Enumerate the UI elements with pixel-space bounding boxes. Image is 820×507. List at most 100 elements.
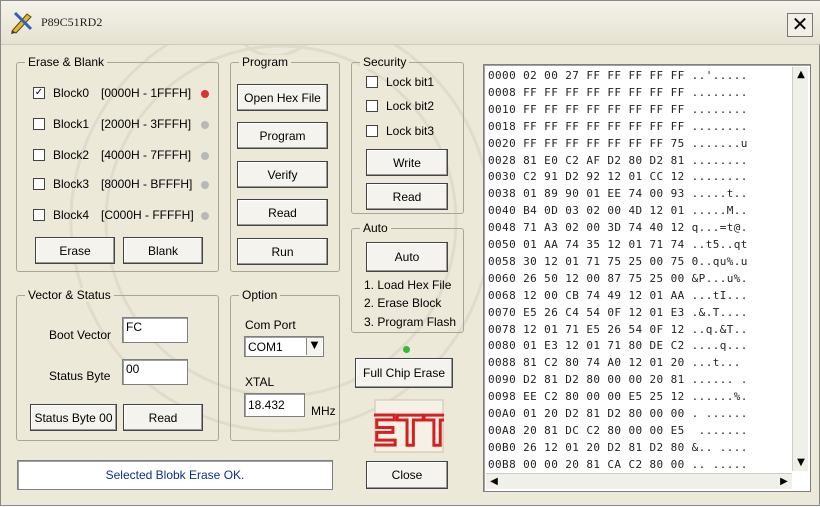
- com-port-select[interactable]: COM1 ▼: [244, 336, 324, 357]
- hex-dump-line: 0030 C2 91 D2 92 12 01 CC 12 ........: [488, 170, 748, 184]
- hex-dump-line: 0020 FF FF FF FF FF FF FF 75 .......u: [488, 136, 748, 150]
- hex-dump-line: 0000 02 00 27 FF FF FF FF FF ..'.....: [488, 69, 748, 82]
- block-checkbox[interactable]: [33, 178, 45, 190]
- hex-dump-line: 0008 FF FF FF FF FF FF FF FF ........: [488, 85, 748, 99]
- block-range: [4000H - 7FFFH]: [101, 148, 192, 162]
- read-security-button[interactable]: Read: [366, 183, 448, 210]
- lock-bit-label: Lock bit1: [386, 75, 435, 89]
- read-status-button[interactable]: Read: [123, 404, 203, 431]
- block-checkbox[interactable]: [33, 149, 45, 161]
- window-title: P89C51RD2: [41, 15, 103, 29]
- auto-button[interactable]: Auto: [366, 242, 448, 272]
- xtal-field[interactable]: 18.432: [244, 393, 305, 417]
- close-button[interactable]: Close: [366, 461, 448, 489]
- block-row: Block2: [33, 147, 89, 163]
- chevron-down-icon[interactable]: ▼: [306, 338, 322, 355]
- scroll-up-icon[interactable]: ▲: [793, 67, 809, 83]
- block-row: ✓ Block0: [33, 85, 89, 101]
- hex-dump-line: 0048 71 A3 02 00 3D 74 40 12 q...=t@.: [488, 221, 748, 235]
- write-button[interactable]: Write: [366, 149, 448, 176]
- block-label: Block4: [53, 208, 90, 222]
- pen-tools-icon: [11, 11, 33, 34]
- auto-step-1: 1. Load Hex File: [364, 278, 452, 292]
- run-button[interactable]: Run: [237, 238, 328, 265]
- hex-dump-line: 0050 01 AA 74 35 12 01 71 74 ..t5..qt: [488, 238, 748, 251]
- lock-bit-checkbox[interactable]: [366, 125, 378, 137]
- erase-button[interactable]: Erase: [35, 237, 115, 264]
- block-label: Block3: [53, 177, 90, 191]
- hex-dump-line: 0088 81 C2 80 74 A0 12 01 20 ...t...: [488, 356, 741, 370]
- xtal-unit: MHz: [311, 404, 336, 418]
- block-status-led: [201, 152, 209, 160]
- hex-dump-panel[interactable]: 0000 02 00 27 FF FF FF FF FF ..'..... 000…: [483, 64, 811, 492]
- hex-dump-line: 00B0 26 12 01 20 D2 81 D2 80 &.. ....: [488, 440, 748, 454]
- block-row: Block3: [33, 176, 89, 192]
- hex-dump-line: 0040 B4 0D 03 02 00 4D 12 01 .....M..: [488, 204, 748, 218]
- block-status-led: [201, 181, 209, 189]
- title-bar: P89C51RD2 ✕: [1, 1, 820, 45]
- block-label: Block2: [53, 148, 90, 162]
- hex-dump-line: 0070 E5 26 C4 54 0F 12 01 E3 .&.T....: [488, 305, 748, 319]
- hex-dump-line: 0018 FF FF FF FF FF FF FF FF ........: [488, 119, 748, 133]
- boot-vector-field[interactable]: FC: [122, 317, 188, 343]
- hex-dump-line: 00B8 00 00 20 81 CA C2 80 00 .. .....: [488, 457, 748, 471]
- scroll-left-icon[interactable]: ◀: [486, 474, 502, 490]
- status-byte-label: Status Byte: [49, 369, 111, 383]
- program-button[interactable]: Program: [237, 122, 328, 149]
- block-range: [C000H - FFFFH]: [101, 208, 194, 222]
- ett-logo-text: ETT: [374, 406, 444, 453]
- hex-dump-line: 0090 D2 81 D2 80 00 00 20 81 ...... .: [488, 373, 748, 387]
- hex-dump-line: 0068 12 00 CB 74 49 12 01 AA ...tI...: [488, 288, 748, 302]
- scroll-down-icon[interactable]: ▼: [793, 455, 809, 471]
- lock-bit-row: Lock bit3: [366, 123, 434, 139]
- blank-button[interactable]: Blank: [123, 237, 203, 264]
- auto-step-2: 2. Erase Block: [364, 296, 442, 310]
- hex-dump-line: 00A0 01 20 D2 81 D2 80 00 00 . ......: [488, 407, 748, 420]
- read-program-button[interactable]: Read: [237, 199, 328, 226]
- com-port-value: COM1: [248, 340, 283, 354]
- block-label: Block1: [53, 117, 90, 131]
- com-port-label: Com Port: [245, 318, 296, 332]
- hex-dump-line: 0080 01 E3 12 01 71 80 DE C2 ....q...: [488, 339, 748, 353]
- block-checkbox[interactable]: [33, 118, 45, 130]
- security-group-label: Security: [360, 55, 410, 69]
- vertical-scrollbar[interactable]: ▲ ▼: [792, 67, 808, 471]
- full-chip-erase-button[interactable]: Full Chip Erase: [355, 358, 453, 388]
- open-hex-file-button[interactable]: Open Hex File: [237, 84, 328, 111]
- hex-dump-line: 0078 12 01 71 E5 26 54 0F 12 ..q.&T..: [488, 322, 748, 336]
- block-checkbox[interactable]: [33, 209, 45, 221]
- verify-button[interactable]: Verify: [237, 161, 328, 188]
- block-status-led: [201, 212, 209, 220]
- hex-dump-line: 0098 EE C2 80 00 00 E5 25 12 ......%.: [488, 390, 748, 404]
- program-group-label: Program: [239, 55, 292, 69]
- horizontal-scrollbar[interactable]: ◀ ▶: [486, 473, 792, 489]
- hex-dump-line: 0028 81 E0 C2 AF D2 80 D2 81 ........: [488, 153, 748, 167]
- activity-led: [403, 346, 410, 353]
- auto-step-3: 3. Program Flash: [364, 315, 457, 329]
- block-checkbox[interactable]: ✓: [33, 87, 45, 99]
- status-byte-00-button[interactable]: Status Byte 00: [30, 404, 117, 431]
- status-message: Selected Blobk Erase OK.: [17, 460, 333, 490]
- lock-bit-row: Lock bit1: [366, 74, 434, 90]
- close-icon[interactable]: ✕: [787, 13, 813, 37]
- option-group: Option: [230, 288, 340, 441]
- block-row: Block4: [33, 207, 89, 223]
- app-window: P89C51RD2 ✕ Erase & Blank ✓ Block0 [0000H …: [0, 0, 820, 506]
- status-byte-field[interactable]: 00: [122, 359, 188, 385]
- hex-dump-line: 0038 01 89 90 01 EE 74 00 93 .....t..: [488, 187, 748, 201]
- vector-status-group-label: Vector & Status: [25, 288, 114, 302]
- lock-bit-label: Lock bit3: [386, 124, 435, 138]
- block-range: [0000H - 1FFFH]: [101, 86, 192, 100]
- erase-blank-group-label: Erase & Blank: [25, 55, 108, 69]
- lock-bit-row: Lock bit2: [366, 98, 434, 114]
- lock-bit-checkbox[interactable]: [366, 100, 378, 112]
- block-range: [2000H - 3FFFH]: [101, 117, 192, 131]
- block-label: Block0: [53, 86, 90, 100]
- hex-dump-line: 0010 FF FF FF FF FF FF FF FF ........: [488, 102, 748, 116]
- block-row: Block1: [33, 116, 89, 132]
- scroll-right-icon[interactable]: ▶: [776, 474, 792, 490]
- xtal-label: XTAL: [245, 375, 275, 389]
- lock-bit-checkbox[interactable]: [366, 76, 378, 88]
- hex-dump-line: 0060 26 50 12 00 87 75 25 00 &P...u%.: [488, 271, 748, 285]
- hex-dump-line: 0058 30 12 01 71 75 25 00 75 0..qu%.u: [488, 254, 748, 268]
